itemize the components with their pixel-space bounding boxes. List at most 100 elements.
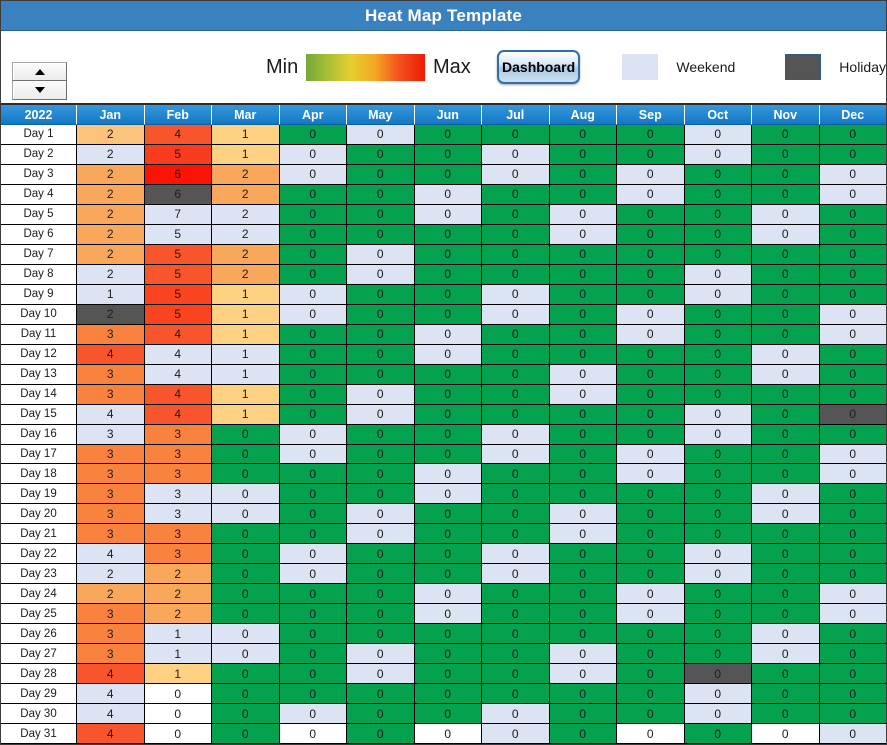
heatmap-cell[interactable]: 4	[144, 384, 212, 405]
month-header-oct[interactable]: Oct	[684, 105, 752, 125]
heatmap-cell[interactable]: 0	[414, 704, 482, 725]
heatmap-cell[interactable]: 0	[482, 724, 550, 745]
heatmap-cell[interactable]: 0	[347, 364, 415, 385]
heatmap-cell[interactable]: 0	[752, 125, 820, 145]
heatmap-cell[interactable]: 0	[212, 464, 280, 485]
heatmap-cell[interactable]: 0	[414, 664, 482, 685]
heatmap-cell[interactable]: 0	[617, 384, 685, 405]
heatmap-cell[interactable]: 2	[77, 184, 145, 205]
heatmap-cell[interactable]: 0	[752, 504, 820, 525]
heatmap-cell[interactable]: 0	[279, 484, 347, 505]
heatmap-cell[interactable]: 0	[549, 244, 617, 265]
heatmap-cell[interactable]: 0	[684, 724, 752, 745]
heatmap-cell[interactable]: 0	[347, 524, 415, 545]
heatmap-cell[interactable]: 0	[684, 584, 752, 605]
heatmap-cell[interactable]: 0	[549, 364, 617, 385]
heatmap-cell[interactable]: 0	[819, 664, 886, 685]
heatmap-cell[interactable]: 2	[77, 224, 145, 245]
heatmap-cell[interactable]: 3	[77, 384, 145, 405]
heatmap-cell[interactable]: 0	[212, 664, 280, 685]
heatmap-cell[interactable]: 0	[347, 644, 415, 665]
heatmap-cell[interactable]: 0	[819, 564, 886, 585]
heatmap-cell[interactable]: 2	[144, 564, 212, 585]
heatmap-cell[interactable]: 0	[347, 204, 415, 225]
heatmap-cell[interactable]: 0	[752, 564, 820, 585]
heatmap-cell[interactable]: 0	[482, 364, 550, 385]
heatmap-cell[interactable]: 1	[77, 284, 145, 305]
heatmap-cell[interactable]: 0	[617, 144, 685, 165]
heatmap-cell[interactable]: 0	[617, 304, 685, 325]
month-header-mar[interactable]: Mar	[212, 105, 280, 125]
heatmap-cell[interactable]: 0	[482, 164, 550, 185]
heatmap-cell[interactable]: 0	[144, 724, 212, 745]
heatmap-cell[interactable]: 0	[617, 364, 685, 385]
heatmap-cell[interactable]: 0	[347, 484, 415, 505]
heatmap-cell[interactable]: 2	[77, 584, 145, 605]
heatmap-cell[interactable]: 0	[617, 504, 685, 525]
heatmap-cell[interactable]: 0	[414, 344, 482, 365]
heatmap-cell[interactable]: 0	[819, 284, 886, 305]
heatmap-cell[interactable]: 5	[144, 224, 212, 245]
heatmap-cell[interactable]: 0	[347, 444, 415, 465]
heatmap-cell[interactable]: 5	[144, 304, 212, 325]
heatmap-cell[interactable]: 0	[752, 604, 820, 625]
heatmap-cell[interactable]: 0	[752, 404, 820, 425]
heatmap-cell[interactable]: 0	[414, 544, 482, 565]
heatmap-cell[interactable]: 0	[482, 424, 550, 445]
heatmap-cell[interactable]: 0	[279, 324, 347, 345]
heatmap-cell[interactable]: 0	[617, 184, 685, 205]
heatmap-cell[interactable]: 0	[752, 724, 820, 745]
heatmap-cell[interactable]: 0	[549, 444, 617, 465]
heatmap-cell[interactable]: 0	[549, 464, 617, 485]
heatmap-cell[interactable]: 0	[414, 444, 482, 465]
heatmap-cell[interactable]: 0	[752, 544, 820, 565]
heatmap-cell[interactable]: 4	[77, 704, 145, 725]
heatmap-cell[interactable]: 0	[347, 125, 415, 145]
heatmap-cell[interactable]: 0	[414, 384, 482, 405]
heatmap-cell[interactable]: 3	[144, 424, 212, 445]
heatmap-cell[interactable]: 0	[752, 524, 820, 545]
heatmap-cell[interactable]: 3	[77, 424, 145, 445]
heatmap-cell[interactable]: 0	[617, 284, 685, 305]
heatmap-cell[interactable]: 0	[347, 164, 415, 185]
heatmap-cell[interactable]: 0	[414, 204, 482, 225]
heatmap-cell[interactable]: 0	[549, 664, 617, 685]
heatmap-cell[interactable]: 1	[212, 125, 280, 145]
heatmap-cell[interactable]: 0	[212, 524, 280, 545]
heatmap-cell[interactable]: 2	[144, 584, 212, 605]
heatmap-cell[interactable]: 2	[77, 164, 145, 185]
heatmap-cell[interactable]: 0	[684, 204, 752, 225]
heatmap-cell[interactable]: 0	[684, 644, 752, 665]
heatmap-cell[interactable]: 0	[212, 724, 280, 745]
heatmap-cell[interactable]: 0	[549, 564, 617, 585]
heatmap-cell[interactable]: 4	[77, 684, 145, 705]
heatmap-cell[interactable]: 0	[212, 484, 280, 505]
heatmap-cell[interactable]: 0	[549, 524, 617, 545]
heatmap-cell[interactable]: 0	[684, 504, 752, 525]
heatmap-cell[interactable]: 0	[549, 304, 617, 325]
heatmap-cell[interactable]: 0	[549, 184, 617, 205]
heatmap-cell[interactable]: 0	[549, 604, 617, 625]
heatmap-cell[interactable]: 0	[414, 264, 482, 285]
heatmap-cell[interactable]: 0	[414, 524, 482, 545]
heatmap-cell[interactable]: 0	[212, 504, 280, 525]
heatmap-cell[interactable]: 0	[279, 404, 347, 425]
heatmap-cell[interactable]: 0	[482, 324, 550, 345]
heatmap-cell[interactable]: 3	[77, 504, 145, 525]
dashboard-button[interactable]: Dashboard	[496, 50, 581, 84]
heatmap-cell[interactable]: 0	[549, 344, 617, 365]
month-header-may[interactable]: May	[347, 105, 415, 125]
heatmap-cell[interactable]: 4	[144, 324, 212, 345]
heatmap-cell[interactable]: 0	[684, 564, 752, 585]
heatmap-cell[interactable]: 0	[819, 584, 886, 605]
heatmap-cell[interactable]: 2	[212, 224, 280, 245]
heatmap-cell[interactable]: 0	[684, 624, 752, 645]
heatmap-cell[interactable]: 3	[77, 444, 145, 465]
heatmap-cell[interactable]: 2	[77, 264, 145, 285]
heatmap-cell[interactable]: 0	[752, 304, 820, 325]
heatmap-cell[interactable]: 0	[482, 464, 550, 485]
heatmap-cell[interactable]: 0	[617, 684, 685, 705]
heatmap-cell[interactable]: 1	[212, 404, 280, 425]
heatmap-cell[interactable]: 0	[279, 304, 347, 325]
heatmap-cell[interactable]: 0	[617, 125, 685, 145]
